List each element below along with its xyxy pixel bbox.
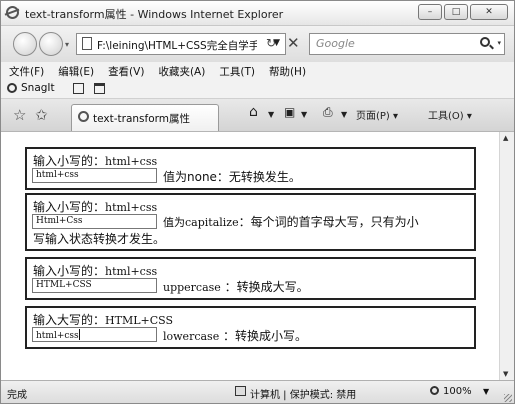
menu-file[interactable]: 文件(F) — [9, 64, 44, 79]
desc-code: 值为capitalize — [163, 216, 239, 229]
label-prefix: 输入小写的： — [33, 200, 106, 214]
desc-code: uppercase — [163, 281, 221, 294]
label-code: HTML+CSS — [105, 314, 174, 327]
box-label: 输入大写的：HTML+CSS — [33, 311, 173, 328]
text-input-none[interactable]: html+css — [32, 168, 157, 183]
demo-box-capitalize: 输入小写的：html+css Html+Css 值为capitalize：每个词… — [25, 193, 476, 251]
input-value: html+css — [36, 331, 79, 341]
description-capitalize-wrap: 写输入状态转换才发生。 — [33, 232, 166, 246]
resize-grip[interactable] — [504, 394, 512, 402]
page-content: 输入小写的：html+css html+css 值为none：无转换发生。 输入… — [1, 132, 499, 380]
text-input-lowercase[interactable]: html+css — [32, 327, 157, 342]
search-dropdown-icon[interactable]: ▾ — [497, 39, 501, 47]
demo-box-lowercase: 输入大写的：HTML+CSS html+css lowercase ：转换成小写… — [25, 306, 476, 349]
history-dropdown-icon[interactable]: ▾ — [65, 40, 69, 49]
desc-text: ：每个词的首字母大写，只有为小 — [238, 215, 419, 229]
label-code: html+css — [105, 155, 158, 168]
forward-button[interactable] — [39, 32, 63, 56]
refresh-icon[interactable]: ↻ — [266, 36, 276, 50]
text-input-capitalize[interactable]: Html+Css — [32, 214, 157, 229]
desc-text: ：转换成大写。 — [224, 280, 309, 294]
feeds-dropdown-icon[interactable]: ▼ — [301, 110, 307, 119]
security-zone[interactable]: 计算机 | 保护模式: 禁用 — [250, 386, 356, 401]
browser-window: text-transform属性 - Windows Internet Expl… — [0, 0, 515, 404]
description-capitalize: 值为capitalize：每个词的首字母大写，只有为小 — [163, 214, 468, 231]
search-input[interactable]: Google ▾ — [309, 33, 505, 55]
menu-help[interactable]: 帮助(H) — [269, 64, 306, 79]
window-controls: – □ ✕ — [418, 4, 508, 20]
desc-code: lowercase — [163, 330, 220, 343]
label-prefix: 输入小写的： — [33, 264, 106, 278]
tools-menu-button[interactable]: 工具(O) ▾ — [428, 107, 472, 122]
description-lowercase: lowercase ：转换成小写。 — [163, 327, 307, 344]
page-icon — [82, 37, 92, 50]
menu-view[interactable]: 查看(V) — [108, 64, 144, 79]
menu-edit[interactable]: 编辑(E) — [58, 64, 94, 79]
description-none: 值为none：无转换发生。 — [163, 170, 301, 184]
search-icon[interactable] — [480, 37, 490, 47]
capture-window-icon[interactable] — [73, 83, 84, 94]
scroll-up-icon[interactable]: ▲ — [503, 134, 508, 142]
status-text: 完成 — [7, 390, 27, 401]
text-input-uppercase[interactable]: HTML+CSS — [32, 278, 157, 293]
tab-label: text-transform属性 — [93, 113, 190, 125]
favorites-star-icon[interactable]: ☆ — [13, 106, 26, 124]
snagit-toolbar: SnagIt — [1, 80, 514, 99]
tab-text-transform[interactable]: text-transform属性 — [71, 104, 219, 131]
close-button[interactable]: ✕ — [470, 4, 508, 20]
title-bar: text-transform属性 - Windows Internet Expl… — [1, 1, 514, 26]
box-label: 输入小写的：html+css — [33, 152, 157, 169]
feeds-icon[interactable]: ▣ — [284, 105, 295, 119]
label-prefix: 输入小写的： — [33, 154, 106, 168]
menu-favorites[interactable]: 收藏夹(A) — [158, 64, 205, 79]
ie-logo-icon — [6, 6, 19, 19]
demo-box-none: 输入小写的：html+css html+css 值为none：无转换发生。 — [25, 147, 476, 190]
menu-bar: 文件(F) 编辑(E) 查看(V) 收藏夹(A) 工具(T) 帮助(H) — [1, 62, 514, 80]
label-code: html+css — [105, 265, 158, 278]
back-button[interactable] — [13, 32, 37, 56]
vertical-scrollbar[interactable]: ▲ ▼ — [499, 132, 514, 380]
add-favorites-icon[interactable]: ✩ — [35, 106, 48, 124]
menu-tools[interactable]: 工具(T) — [219, 64, 255, 79]
label-code: html+css — [105, 201, 158, 214]
address-field[interactable]: F:\leining\HTML+CSS完全自学手 ▼ — [76, 33, 286, 55]
snagit-icon[interactable] — [7, 83, 17, 93]
snagit-button[interactable]: SnagIt — [21, 82, 55, 94]
window-title: text-transform属性 - Windows Internet Expl… — [25, 8, 284, 21]
description-uppercase: uppercase ：转换成大写。 — [163, 278, 309, 295]
status-bar: 完成 计算机 | 保护模式: 禁用 100% ▼ — [1, 380, 514, 403]
home-dropdown-icon[interactable]: ▼ — [268, 110, 274, 119]
demo-box-uppercase: 输入小写的：html+css HTML+CSS uppercase ：转换成大写… — [25, 257, 476, 300]
zoom-icon[interactable] — [430, 386, 439, 395]
search-placeholder: Google — [316, 37, 355, 50]
capture-region-icon[interactable] — [94, 83, 105, 94]
stop-icon[interactable]: ✕ — [287, 34, 300, 52]
minimize-button[interactable]: – — [418, 4, 442, 20]
address-url: F:\leining\HTML+CSS完全自学手 — [97, 40, 257, 52]
box-label: 输入小写的：html+css — [33, 198, 157, 215]
home-icon[interactable]: ⌂ — [249, 104, 258, 120]
label-prefix: 输入大写的： — [33, 313, 106, 327]
text-cursor — [78, 329, 80, 340]
ie-page-icon — [78, 111, 89, 122]
page-menu-button[interactable]: 页面(P) ▾ — [356, 107, 398, 122]
address-toolbar: ▾ F:\leining\HTML+CSS完全自学手 ▼ ↻ ✕ Google … — [1, 26, 514, 62]
zoom-level[interactable]: 100% — [443, 386, 472, 397]
desc-text: ：转换成小写。 — [223, 329, 308, 343]
tab-bar: ☆ ✩ text-transform属性 ⌂ ▼ ▣ ▼ ⎙ ▼ 页面(P) ▾… — [1, 99, 514, 132]
print-dropdown-icon[interactable]: ▼ — [341, 110, 347, 119]
print-icon[interactable]: ⎙ — [323, 105, 333, 120]
box-label: 输入小写的：html+css — [33, 262, 157, 279]
scroll-down-icon[interactable]: ▼ — [503, 370, 508, 378]
maximize-button[interactable]: □ — [444, 4, 468, 20]
computer-zone-icon — [235, 386, 246, 396]
zoom-dropdown-icon[interactable]: ▼ — [483, 387, 489, 396]
